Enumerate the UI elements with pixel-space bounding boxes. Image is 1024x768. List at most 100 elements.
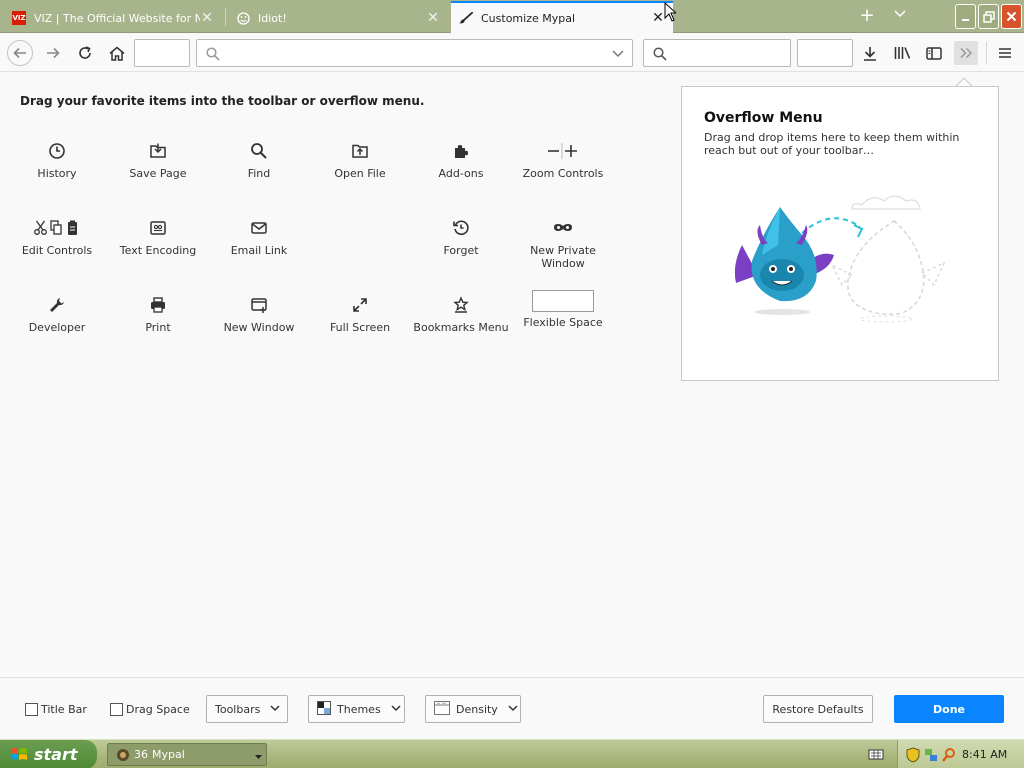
home-button[interactable] [105, 41, 129, 65]
chevron-down-icon [391, 704, 401, 715]
drag-space-label: Drag Space [126, 703, 190, 716]
palette-item-email-link[interactable]: Email Link [209, 216, 309, 257]
palette-label: History [37, 167, 77, 180]
start-button[interactable]: start [0, 740, 97, 768]
zoom-icon [513, 139, 613, 163]
palette-item-open-file[interactable]: Open File [310, 139, 410, 180]
keyboard-icon[interactable] [868, 747, 884, 764]
private-window-icon [513, 216, 613, 240]
sidebar-button[interactable] [922, 41, 946, 65]
instructions-text: Drag your favorite items into the toolba… [20, 94, 425, 108]
tab-title: Idiot! [258, 11, 287, 25]
security-shield-icon[interactable] [906, 746, 920, 763]
palette-label: Open File [334, 167, 386, 180]
palette-item-addons[interactable]: Add-ons [411, 139, 511, 180]
text-encoding-icon [108, 216, 208, 240]
themes-dropdown[interactable]: Themes [308, 695, 405, 723]
new-window-icon [209, 293, 309, 317]
checkbox-box[interactable] [110, 703, 123, 716]
themes-icon [317, 700, 331, 718]
palette-item-new-window[interactable]: New Window [209, 293, 309, 334]
close-icon[interactable]: ✕ [651, 10, 665, 26]
forward-button[interactable] [41, 41, 65, 65]
title-bar-label: Title Bar [41, 703, 87, 716]
downloads-button[interactable] [858, 41, 882, 65]
toolbars-label: Toolbars [215, 702, 261, 716]
palette-item-find[interactable]: Find [209, 139, 309, 180]
palette-item-flexible-space[interactable]: Flexible Space [513, 290, 613, 329]
palette-label: Save Page [129, 167, 187, 180]
checkbox-box[interactable] [25, 703, 38, 716]
palette-item-full-screen[interactable]: Full Screen [310, 293, 410, 334]
palette-item-text-encoding[interactable]: Text Encoding [108, 216, 208, 257]
forget-icon [411, 216, 511, 240]
browser-window: VIZ VIZ | The Official Website for Narut… [0, 0, 1024, 768]
palette-item-edit-controls[interactable]: Edit Controls [7, 216, 107, 257]
palette-item-bookmarks-menu[interactable]: Bookmarks Menu [411, 293, 511, 334]
chevron-down-icon [255, 750, 262, 763]
restore-button[interactable] [978, 4, 999, 29]
palette-label: New Window [223, 321, 295, 334]
navigation-toolbar [0, 34, 1024, 72]
new-tab-button[interactable]: + [857, 6, 877, 26]
search-bar[interactable] [643, 39, 791, 67]
start-label: start [34, 745, 78, 764]
palette-label: Text Encoding [119, 244, 197, 257]
density-dropdown[interactable]: Density [425, 695, 521, 723]
tab-bar: VIZ VIZ | The Official Website for Narut… [0, 0, 1024, 33]
close-icon[interactable]: ✕ [200, 10, 214, 26]
network-icon[interactable] [924, 747, 938, 763]
tab-idiot[interactable]: Idiot! ✕ [228, 3, 448, 33]
print-icon [108, 293, 208, 317]
title-bar-checkbox[interactable]: Title Bar [25, 703, 87, 716]
taskbar-item-mypal[interactable]: 36 Mypal [107, 743, 267, 766]
toolbars-dropdown[interactable]: Toolbars [206, 695, 288, 723]
palette-label: Developer [28, 321, 86, 334]
menu-button[interactable] [993, 41, 1017, 65]
system-tray: 8:41 AM [897, 740, 1024, 768]
reload-icon [79, 46, 91, 59]
palette-label: Add-ons [438, 167, 484, 180]
toolbar-divider [986, 42, 987, 64]
palette-item-history[interactable]: History [7, 139, 107, 180]
density-label: Density [456, 702, 498, 716]
tab-viz[interactable]: VIZ VIZ | The Official Website for Narut… [4, 3, 222, 33]
back-button[interactable] [7, 40, 33, 66]
search-tray-icon[interactable] [942, 747, 956, 763]
email-icon [209, 216, 309, 240]
palette-item-forget[interactable]: Forget [411, 216, 511, 257]
tab-customize[interactable]: Customize Mypal ✕ [451, 1, 673, 33]
minimize-button[interactable] [955, 4, 976, 29]
overflow-title: Overflow Menu [704, 110, 823, 126]
url-bar[interactable] [196, 39, 633, 67]
drag-space-checkbox[interactable]: Drag Space [110, 703, 190, 716]
done-button[interactable]: Done [894, 695, 1004, 723]
bookmarks-menu-icon [411, 293, 511, 317]
palette-item-print[interactable]: Print [108, 293, 208, 334]
close-icon[interactable]: ✕ [426, 10, 440, 26]
palette-item-developer[interactable]: Developer [7, 293, 107, 334]
palette-item-new-private-window[interactable]: New Private Window [513, 216, 613, 270]
reload-button[interactable] [73, 41, 97, 65]
tab-title: VIZ | The Official Website for Naruto [34, 11, 200, 25]
chevron-down-icon[interactable] [890, 6, 910, 26]
windows-logo-icon [10, 746, 28, 764]
toolbar-spacer [134, 39, 190, 67]
os-taskbar: start 36 Mypal 8:41 AM [0, 739, 1024, 768]
close-window-button[interactable] [1001, 4, 1022, 29]
chevron-down-icon [270, 704, 280, 715]
library-icon [894, 47, 910, 59]
palette-label: Edit Controls [21, 244, 93, 257]
paintbrush-icon [459, 11, 473, 25]
download-icon [864, 46, 876, 61]
restore-defaults-button[interactable]: Restore Defaults [763, 695, 873, 723]
library-button[interactable] [890, 41, 914, 65]
palette-label: New Private Window [530, 244, 596, 270]
palette-item-zoom-controls[interactable]: Zoom Controls [513, 139, 613, 180]
customize-footer: Title Bar Drag Space Toolbars Themes Den… [0, 677, 1024, 739]
overflow-menu-panel[interactable]: Overflow Menu Drag and drop items here t… [681, 86, 999, 381]
overflow-button[interactable] [954, 41, 978, 65]
palette-label: Zoom Controls [522, 167, 604, 180]
palette-item-save-page[interactable]: Save Page [108, 139, 208, 180]
wrench-icon [7, 293, 107, 317]
